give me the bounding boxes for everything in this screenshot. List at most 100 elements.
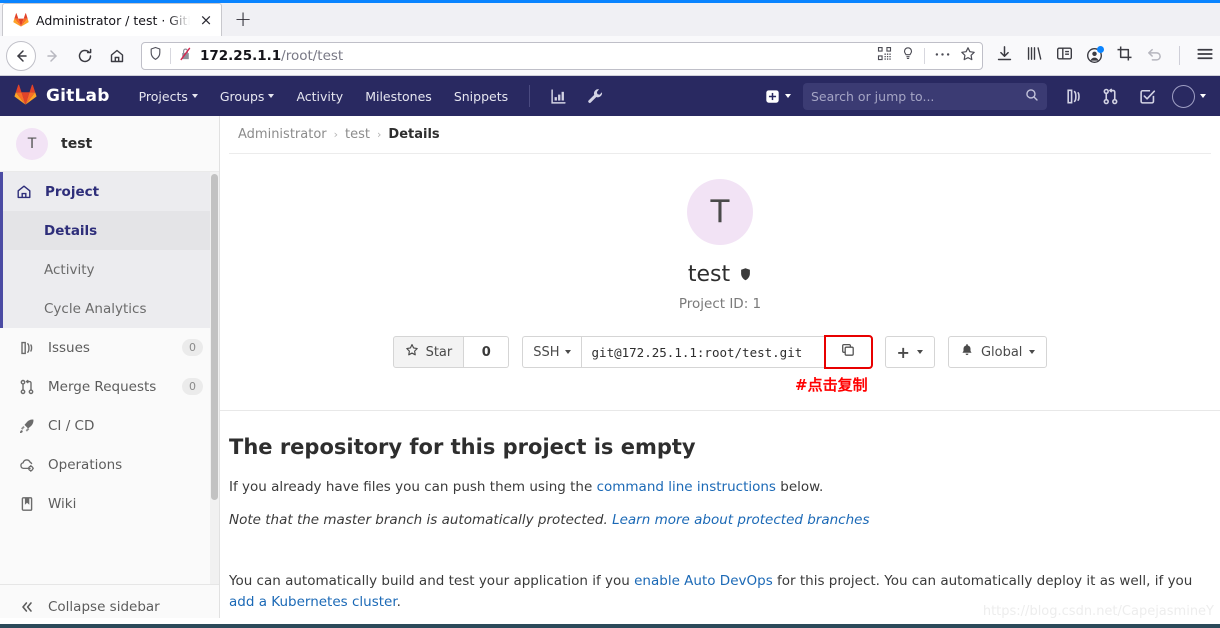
sidebar-item-merge-requests[interactable]: Merge Requests 0 bbox=[0, 367, 219, 406]
browser-tab[interactable]: Administrator / test · GitL × bbox=[2, 3, 222, 36]
breadcrumb-separator-2: › bbox=[377, 128, 382, 141]
sidebar-item-ci-cd[interactable]: CI / CD bbox=[0, 406, 219, 445]
project-sidebar: T test Project Details Activity Cycle An… bbox=[0, 116, 220, 628]
sidebar-item-wiki[interactable]: Wiki bbox=[0, 484, 219, 523]
chevron-down-icon bbox=[1029, 350, 1036, 354]
star-button[interactable]: Star bbox=[392, 336, 465, 368]
sidebar-project-header[interactable]: T test bbox=[0, 116, 219, 172]
avatar bbox=[1172, 84, 1195, 108]
devops-text-1: You can automatically build and test you… bbox=[229, 573, 635, 589]
gitlab-main-nav: Projects Groups Activity Milestones Snip… bbox=[128, 76, 520, 116]
command-line-instructions-link[interactable]: command line instructions bbox=[597, 479, 776, 495]
add-dropdown-button[interactable]: + bbox=[884, 336, 935, 368]
sidebar-item-issues-label: Issues bbox=[48, 339, 90, 356]
rocket-icon bbox=[19, 418, 35, 434]
gitlab-logo-link[interactable]: GitLab bbox=[14, 83, 110, 110]
account-notification-dot bbox=[1097, 46, 1104, 53]
devops-text-3: . bbox=[396, 594, 401, 610]
nav-activity[interactable]: Activity bbox=[285, 76, 354, 116]
breadcrumb-test[interactable]: test bbox=[345, 127, 370, 142]
shield-icon[interactable] bbox=[148, 46, 163, 65]
bookmark-star-icon[interactable] bbox=[960, 46, 976, 66]
new-dropdown[interactable] bbox=[755, 89, 801, 104]
enable-auto-devops-link[interactable]: enable Auto DevOps bbox=[634, 573, 773, 589]
nav-snippets[interactable]: Snippets bbox=[443, 76, 519, 116]
sidebar-scrollbar-thumb[interactable] bbox=[211, 174, 218, 500]
copy-icon bbox=[840, 342, 856, 362]
download-icon[interactable] bbox=[996, 45, 1013, 66]
address-bar[interactable]: 172.25.1.1/root/test bbox=[141, 41, 983, 70]
sidebar-scrollbar[interactable] bbox=[210, 172, 219, 584]
search-input[interactable]: Search or jump to... bbox=[803, 82, 1047, 110]
forward-button[interactable] bbox=[38, 41, 68, 71]
url-text[interactable]: 172.25.1.1/root/test bbox=[200, 48, 870, 64]
toolbar-divider bbox=[1179, 46, 1180, 65]
sidebar-item-project[interactable]: Project bbox=[3, 172, 219, 211]
project-action-bar: Star 0 SSH git@172.25.1.1:root/test.git bbox=[220, 335, 1220, 394]
sidebar-icon[interactable] bbox=[1056, 45, 1073, 66]
gitlab-navbar: GitLab Projects Groups Activity Mileston… bbox=[0, 76, 1220, 116]
project-header: T test Project ID: 1 bbox=[220, 154, 1220, 312]
library-icon[interactable] bbox=[1026, 45, 1043, 66]
add-kubernetes-cluster-link[interactable]: add a Kubernetes cluster bbox=[229, 594, 397, 610]
breadcrumb-details: Details bbox=[388, 127, 440, 142]
reload-button[interactable] bbox=[70, 41, 100, 71]
sidebar-item-project-label: Project bbox=[45, 183, 100, 200]
new-tab-button[interactable]: + bbox=[228, 4, 258, 34]
nav-groups[interactable]: Groups bbox=[209, 76, 286, 116]
issues-icon[interactable] bbox=[1055, 88, 1092, 105]
analytics-icon[interactable] bbox=[540, 88, 577, 105]
project-id: Project ID: 1 bbox=[678, 296, 762, 312]
merge-requests-icon bbox=[19, 379, 35, 395]
collapse-sidebar-label: Collapse sidebar bbox=[48, 598, 160, 615]
ellipsis-icon[interactable] bbox=[934, 46, 951, 65]
clone-url-group: SSH git@172.25.1.1:root/test.git bbox=[522, 335, 873, 369]
devops-text-2: for this project. You can automatically … bbox=[772, 573, 1193, 589]
star-button-label: Star bbox=[425, 344, 453, 360]
browser-toolbar: 172.25.1.1/root/test bbox=[0, 36, 1220, 76]
push-text-before: If you already have files you can push t… bbox=[229, 479, 597, 495]
qr-code-icon[interactable] bbox=[877, 46, 892, 65]
todos-icon[interactable] bbox=[1129, 88, 1166, 105]
user-menu[interactable] bbox=[1166, 84, 1208, 108]
star-icon bbox=[405, 343, 419, 361]
sidebar-item-details[interactable]: Details bbox=[3, 211, 219, 250]
reader-mode-icon[interactable] bbox=[901, 46, 915, 65]
url-divider-2 bbox=[924, 47, 925, 64]
back-button[interactable] bbox=[6, 40, 36, 71]
merge-requests-icon[interactable] bbox=[1092, 87, 1129, 105]
bell-icon bbox=[960, 343, 974, 361]
close-icon[interactable]: × bbox=[197, 11, 215, 29]
clone-protocol-label: SSH bbox=[533, 344, 560, 360]
sidebar-item-operations[interactable]: Operations bbox=[0, 445, 219, 484]
empty-repo-title: The repository for this project is empty bbox=[229, 435, 696, 459]
copy-url-button[interactable] bbox=[823, 335, 873, 369]
sidebar-item-activity[interactable]: Activity bbox=[3, 250, 219, 289]
page-title: test bbox=[220, 262, 1220, 287]
clone-protocol-dropdown[interactable]: SSH bbox=[522, 336, 581, 368]
book-icon bbox=[19, 496, 35, 512]
nav-projects[interactable]: Projects bbox=[128, 76, 209, 116]
wrench-icon[interactable] bbox=[577, 88, 614, 105]
push-instructions-text: If you already have files you can push t… bbox=[229, 479, 1211, 495]
account-icon[interactable] bbox=[1086, 46, 1104, 64]
chevron-down-icon bbox=[268, 94, 275, 98]
menu-icon[interactable] bbox=[1196, 45, 1214, 67]
page-bottom-strip bbox=[0, 624, 1220, 628]
search-icon[interactable] bbox=[1025, 87, 1039, 106]
sidebar-item-issues[interactable]: Issues 0 bbox=[0, 328, 219, 367]
notification-dropdown-button[interactable]: Global bbox=[947, 336, 1048, 368]
sidebar-item-wiki-label: Wiki bbox=[48, 495, 77, 512]
undo-icon[interactable] bbox=[1146, 45, 1163, 66]
plus-icon: + bbox=[896, 342, 910, 362]
broken-lock-icon[interactable] bbox=[178, 46, 193, 66]
sidebar-nav: Project Details Activity Cycle Analytics… bbox=[0, 172, 219, 584]
protected-branches-link[interactable]: Learn more about protected branches bbox=[612, 512, 869, 528]
clone-url-input[interactable]: git@172.25.1.1:root/test.git bbox=[580, 336, 825, 368]
home-button[interactable] bbox=[102, 41, 132, 71]
sidebar-item-cycle-analytics[interactable]: Cycle Analytics bbox=[3, 289, 219, 328]
nav-milestones[interactable]: Milestones bbox=[354, 76, 443, 116]
gitlab-logo-icon bbox=[14, 83, 37, 110]
screenshot-icon[interactable] bbox=[1116, 45, 1133, 66]
breadcrumb-administrator[interactable]: Administrator bbox=[238, 127, 327, 142]
